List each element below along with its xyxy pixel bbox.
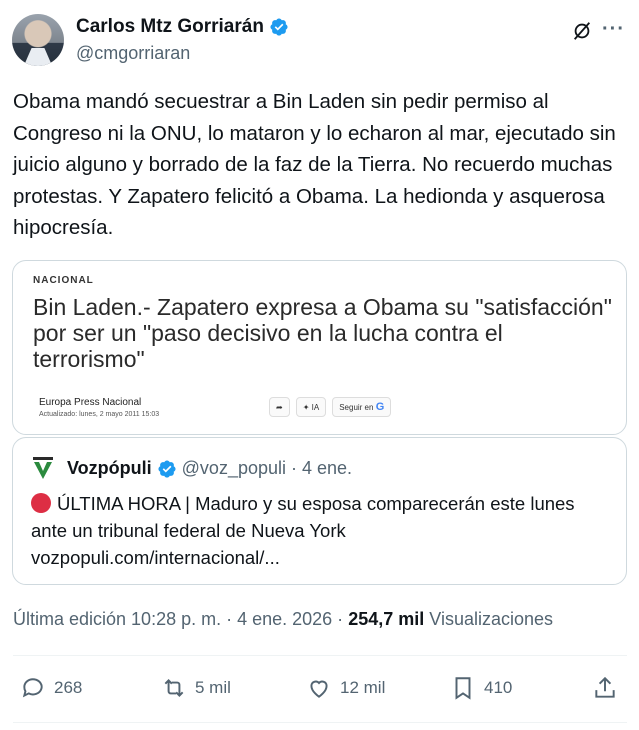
like-count: 12 mil (340, 678, 386, 697)
follow-google-button: Seguir en G (332, 397, 392, 417)
grok-icon[interactable] (571, 20, 593, 42)
quoted-text: ÚLTIMA HORA | Maduro y su esposa compare… (31, 490, 611, 571)
author-avatar[interactable] (12, 14, 64, 66)
reply-button[interactable]: 268 (20, 675, 82, 701)
share-icon (595, 676, 615, 698)
more-options-icon[interactable]: ··· (602, 18, 625, 41)
vozpopuli-logo-icon (33, 457, 53, 479)
author-name-line: Carlos Mtz Gorriarán (76, 16, 289, 38)
quoted-link[interactable]: vozpopuli.com/internacional/... (31, 547, 280, 568)
quoted-tweet[interactable]: Vozpópuli @voz_populi · 4 ene. ÚLTIMA HO… (12, 437, 627, 585)
tweet-meta: Última edición 10:28 p. m. · 4 ene. 2026… (13, 609, 553, 630)
card-section-label: NACIONAL (33, 275, 94, 286)
card-updated: Actualizado: lunes, 2 mayo 2011 15:03 (39, 411, 160, 418)
tweet-header: Carlos Mtz Gorriarán @cmgorriaran ··· (12, 14, 627, 70)
follow-label: Seguir en (339, 402, 374, 412)
like-button[interactable]: 12 mil (306, 675, 385, 701)
google-icon: G (375, 401, 385, 413)
reply-icon (22, 678, 43, 698)
verified-badge-icon (158, 459, 176, 478)
ia-label: IA (311, 402, 320, 412)
views-count: 254,7 mil (348, 609, 425, 629)
views-label: Visualizaciones (429, 609, 554, 629)
share-button[interactable] (592, 675, 618, 701)
quoted-name-line: Vozpópuli @voz_populi · 4 ene. (67, 458, 352, 479)
ia-button: ✦ IA (295, 397, 327, 417)
share-icon: ➦ (269, 397, 290, 417)
quoted-author-name: Vozpópuli (67, 458, 152, 478)
repost-button[interactable]: 5 mil (161, 675, 231, 701)
verified-badge-icon (270, 18, 288, 36)
sparkle-icon: ✦ (302, 402, 312, 412)
action-bar: 268 5 mil 12 mil 410 (20, 675, 620, 705)
tweet-text: Obama mandó secuestrar a Bin Laden sin p… (13, 90, 616, 239)
bookmark-button[interactable]: 410 (450, 675, 512, 701)
repost-icon (164, 679, 184, 697)
quoted-author-handle: @voz_populi (181, 458, 286, 478)
quoted-text-body: ÚLTIMA HORA | Maduro y su esposa compare… (31, 493, 575, 541)
heart-icon (310, 680, 328, 698)
edited-timestamp[interactable]: Última edición 10:28 p. m. · 4 ene. 2026… (13, 609, 343, 629)
divider (13, 655, 627, 656)
repost-count: 5 mil (195, 678, 231, 697)
red-circle-icon (31, 493, 51, 513)
divider (13, 722, 627, 723)
card-buttons: ➦ ✦ IA Seguir en G (269, 397, 392, 417)
bookmark-icon (455, 677, 471, 700)
quoted-date: · 4 ene. (291, 458, 353, 478)
reply-count: 268 (54, 678, 83, 697)
author-handle[interactable]: @cmgorriaran (76, 43, 190, 64)
card-source: Europa Press Nacional (39, 397, 142, 408)
attached-image-card[interactable]: NACIONAL Bin Laden.- Zapatero expresa a … (12, 260, 627, 435)
bookmark-count: 410 (484, 678, 513, 697)
card-headline: Bin Laden.- Zapatero expresa a Obama su … (33, 294, 612, 372)
author-name[interactable]: Carlos Mtz Gorriarán (76, 16, 264, 38)
